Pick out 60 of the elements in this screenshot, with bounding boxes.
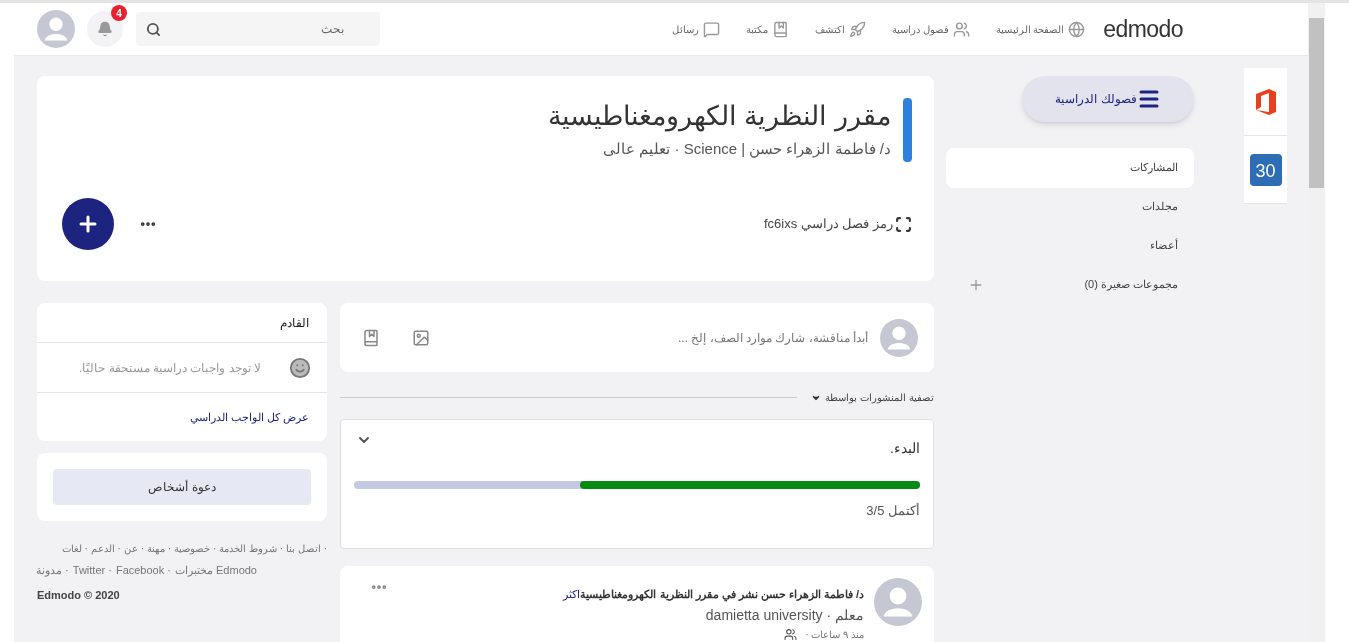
class-code: رمز فصل دراسي fc6ixs	[763, 215, 893, 234]
scrollbar[interactable]	[1308, 3, 1325, 642]
user-avatar	[880, 318, 918, 357]
footer-link[interactable]: · شروط الخدمة	[219, 541, 284, 556]
people-icon	[952, 20, 970, 38]
invite-button[interactable]: دعوة أشخاص	[53, 469, 311, 505]
footer-link[interactable]: · اتصل بنا	[286, 541, 327, 556]
footer-link[interactable]: · عن	[123, 541, 144, 556]
sidebar-item[interactable]: أعضاء	[946, 225, 1194, 266]
bell-icon	[97, 21, 113, 37]
footer-link[interactable]: · مدونة	[36, 562, 69, 579]
add-button[interactable]	[62, 198, 114, 250]
notifications-button[interactable]	[87, 11, 123, 47]
nav-link[interactable]: رسائل	[671, 20, 720, 38]
scan-icon[interactable]	[895, 215, 912, 233]
footer-link[interactable]: · مهنة	[147, 541, 172, 556]
accent-bar	[903, 98, 912, 162]
progress-title: البدء.	[890, 439, 920, 458]
bookmark-icon[interactable]	[362, 328, 380, 347]
post-headline: د/ فاطمة الزهراء حسن نشر في مقرر النظرية الكهرومغناطيسية	[580, 587, 864, 603]
more-link[interactable]: اكثر	[563, 586, 581, 603]
view-assignments-link[interactable]: عرض كل الواجب الدراسي	[189, 408, 309, 426]
sidebar-item[interactable]: مجموعات صغيرة (0)	[984, 264, 1194, 305]
nav-link[interactable]: فصول دراسية	[891, 20, 970, 38]
sidebar-item[interactable]: مجلدات	[946, 186, 1194, 227]
search-field[interactable]: بحث	[136, 12, 380, 46]
nav-link[interactable]: مكتبة	[745, 20, 789, 38]
calendar-day: 30	[1249, 153, 1282, 186]
empty-message: لا توجد واجبات دراسية مستحقة حاليًا.	[79, 359, 261, 377]
office-icon	[1253, 87, 1278, 116]
user-avatar	[37, 10, 75, 48]
class-subtitle: د/ فاطمة الزهراء حسن | Science · تعليم عالى	[603, 139, 891, 160]
classes-button[interactable]: فصولك الدراسية	[1022, 76, 1194, 122]
user-avatar	[874, 578, 922, 626]
footer-link[interactable]: · الدعم	[90, 541, 121, 556]
chat-icon	[702, 20, 720, 38]
footer-link[interactable]: Edmodo مختبرات	[174, 562, 257, 579]
footer-link[interactable]: · لغات	[61, 541, 88, 556]
rocket-icon	[848, 20, 866, 38]
copyright: Edmodo © 2020	[37, 587, 121, 603]
post-time: منذ ٩ ساعات ·	[805, 627, 864, 642]
bookmark-icon	[771, 20, 789, 38]
progress-reading: أكتمل 3/5	[866, 502, 920, 520]
search-icon	[146, 22, 161, 37]
footer-link[interactable]: · Facebook	[115, 562, 171, 579]
footer-link[interactable]: · خصوصية	[174, 541, 217, 556]
post-meta: معلم · damietta university	[705, 605, 864, 626]
nav-link[interactable]: اكتشف	[814, 20, 866, 38]
globe-icon	[1068, 20, 1086, 38]
logo[interactable]: edmodo	[1103, 11, 1183, 47]
smile-icon	[289, 356, 311, 379]
class-title: مقرر النظرية الكهرومغناطيسية	[548, 100, 891, 134]
notification-count: 4	[111, 5, 127, 21]
image-icon[interactable]	[412, 328, 430, 347]
nav-link[interactable]: الصفحة الرئيسية	[995, 20, 1086, 38]
footer-link[interactable]: · Twitter	[72, 562, 112, 579]
people-icon	[784, 627, 798, 641]
filter-label[interactable]: تصفية المنشورات بواسطة	[825, 390, 934, 405]
upcoming-title: القادم	[280, 314, 309, 332]
sidebar-item[interactable]: المشاركات	[946, 147, 1194, 188]
